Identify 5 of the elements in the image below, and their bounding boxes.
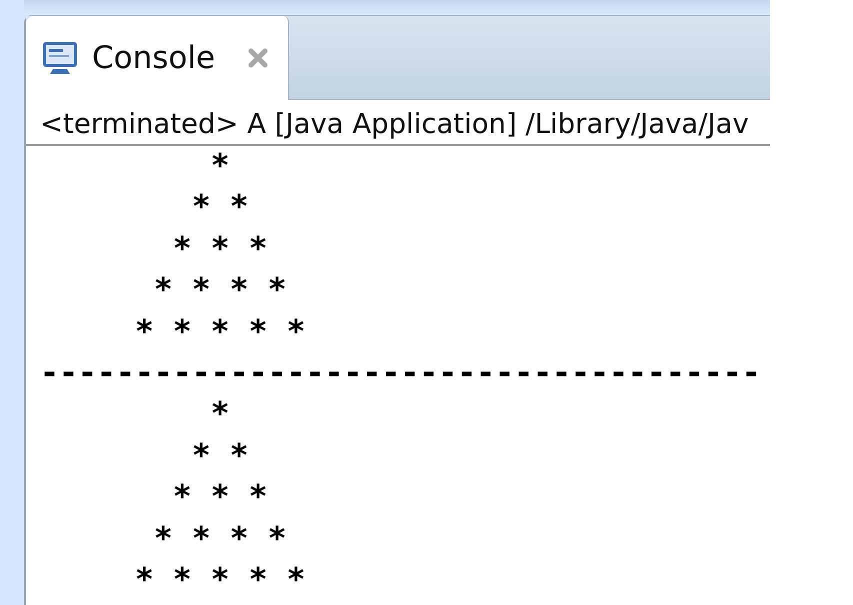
console-header: <terminated> A [Java Application] /Library/Java/Jav (26, 100, 770, 146)
close-icon[interactable] (248, 48, 268, 68)
console-tab[interactable]: Console (26, 16, 289, 100)
console-output: * * * * * * * * * * * * * * * -------------------------------------- * * * * * * * * * * * * * * * (40, 147, 761, 600)
monitor-icon (42, 41, 78, 75)
